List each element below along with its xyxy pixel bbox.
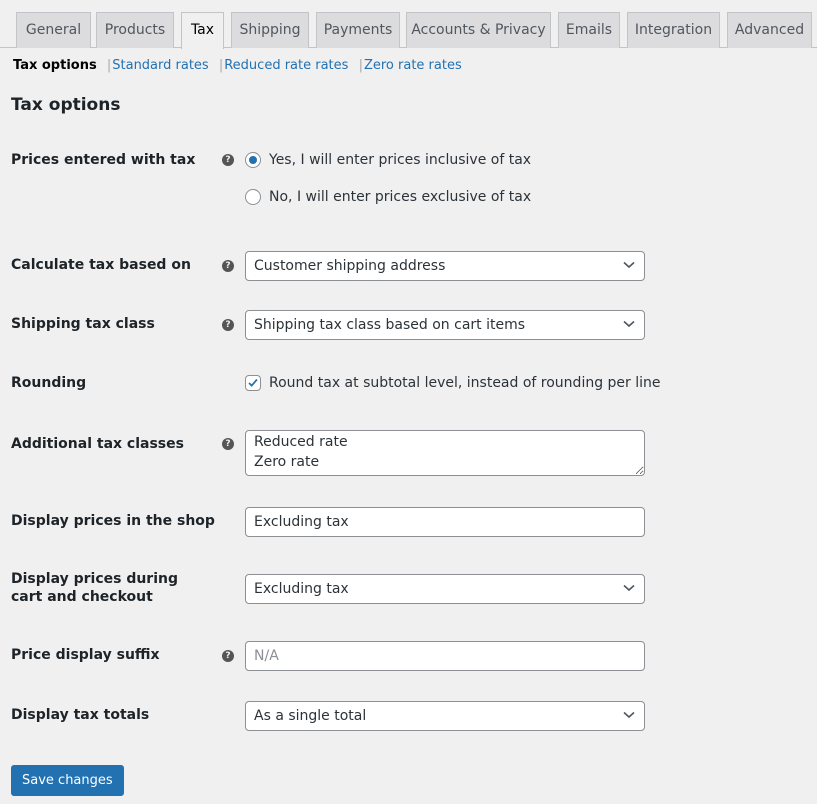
subnav-link-zero-rate-rates[interactable]: Zero rate rates xyxy=(364,58,462,73)
checkmark-icon xyxy=(248,378,258,387)
display-prices-shop-field[interactable]: Excluding tax xyxy=(245,507,645,537)
section-title: Tax options xyxy=(11,95,121,115)
chevron-down-icon xyxy=(623,320,635,328)
radio-button-unchecked[interactable] xyxy=(245,189,261,205)
radio-label: Yes, I will enter prices inclusive of ta… xyxy=(269,152,532,168)
calculate-tax-select[interactable]: Customer shipping address xyxy=(245,251,645,281)
prices-inclusive-radio-option[interactable]: Yes, I will enter prices inclusive of ta… xyxy=(245,152,531,168)
shipping-tax-class-label: Shipping tax class xyxy=(11,316,155,332)
save-changes-button[interactable]: Save changes xyxy=(11,765,124,796)
select-value: Customer shipping address xyxy=(254,258,446,274)
tab-payments[interactable]: Payments xyxy=(316,12,400,48)
prices-entered-label: Prices entered with tax xyxy=(11,152,196,168)
subnav-link-standard-rates[interactable]: Standard rates xyxy=(112,58,208,73)
display-prices-cart-label: Display prices during cart and checkout xyxy=(11,571,178,605)
tab-emails[interactable]: Emails xyxy=(558,12,620,48)
select-value: Excluding tax xyxy=(254,581,349,597)
help-icon[interactable]: ? xyxy=(222,438,234,450)
price-suffix-input[interactable]: N/A xyxy=(245,641,645,671)
help-icon[interactable]: ? xyxy=(222,319,234,331)
subnav-link-reduced-rate-rates[interactable]: Reduced rate rates xyxy=(224,58,348,73)
display-tax-totals-select[interactable]: As a single total xyxy=(245,701,645,731)
shipping-tax-class-select[interactable]: Shipping tax class based on cart items xyxy=(245,310,645,340)
calculate-tax-label: Calculate tax based on xyxy=(11,257,191,273)
checkbox-label: Round tax at subtotal level, instead of … xyxy=(269,375,661,391)
tab-shipping[interactable]: Shipping xyxy=(231,12,309,48)
display-prices-shop-label: Display prices in the shop xyxy=(11,513,215,529)
rounding-checkbox[interactable] xyxy=(245,375,261,391)
subnav-separator: | xyxy=(218,58,224,73)
prices-exclusive-radio-option[interactable]: No, I will enter prices exclusive of tax xyxy=(245,189,531,205)
tab-tax[interactable]: Tax xyxy=(181,12,224,49)
select-value: Shipping tax class based on cart items xyxy=(254,317,526,333)
tab-advanced[interactable]: Advanced xyxy=(727,12,812,48)
rounding-checkbox-option[interactable]: Round tax at subtotal level, instead of … xyxy=(245,375,661,391)
subnav-current-tax-options: Tax options xyxy=(13,58,97,73)
tax-subnav: Tax options |Standard rates |Reduced rat… xyxy=(13,58,462,73)
help-icon[interactable]: ? xyxy=(222,650,234,662)
tab-products[interactable]: Products xyxy=(96,12,174,48)
display-tax-totals-label: Display tax totals xyxy=(11,707,150,723)
help-icon[interactable]: ? xyxy=(222,154,234,166)
chevron-down-icon xyxy=(623,711,635,719)
radio-button-checked[interactable] xyxy=(245,152,261,168)
help-icon[interactable]: ? xyxy=(222,260,234,272)
select-value: As a single total xyxy=(254,708,367,724)
tab-general[interactable]: General xyxy=(16,12,91,48)
chevron-down-icon xyxy=(623,584,635,592)
price-suffix-label: Price display suffix xyxy=(11,647,160,663)
rounding-label: Rounding xyxy=(11,375,87,391)
radio-label: No, I will enter prices exclusive of tax xyxy=(269,189,532,205)
display-prices-cart-select[interactable]: Excluding tax xyxy=(245,574,645,604)
tab-accounts-privacy[interactable]: Accounts & Privacy xyxy=(406,12,551,48)
chevron-down-icon xyxy=(623,261,635,269)
additional-tax-classes-textarea[interactable]: Reduced rate Zero rate xyxy=(245,430,645,476)
subnav-separator: | xyxy=(358,58,363,73)
input-placeholder: N/A xyxy=(254,648,279,664)
settings-tabs: General Products Tax Shipping Payments A… xyxy=(0,0,817,49)
subnav-separator: | xyxy=(106,58,112,73)
tab-integration[interactable]: Integration xyxy=(627,12,720,48)
field-value: Excluding tax xyxy=(254,514,349,530)
additional-tax-classes-label: Additional tax classes xyxy=(11,436,184,452)
